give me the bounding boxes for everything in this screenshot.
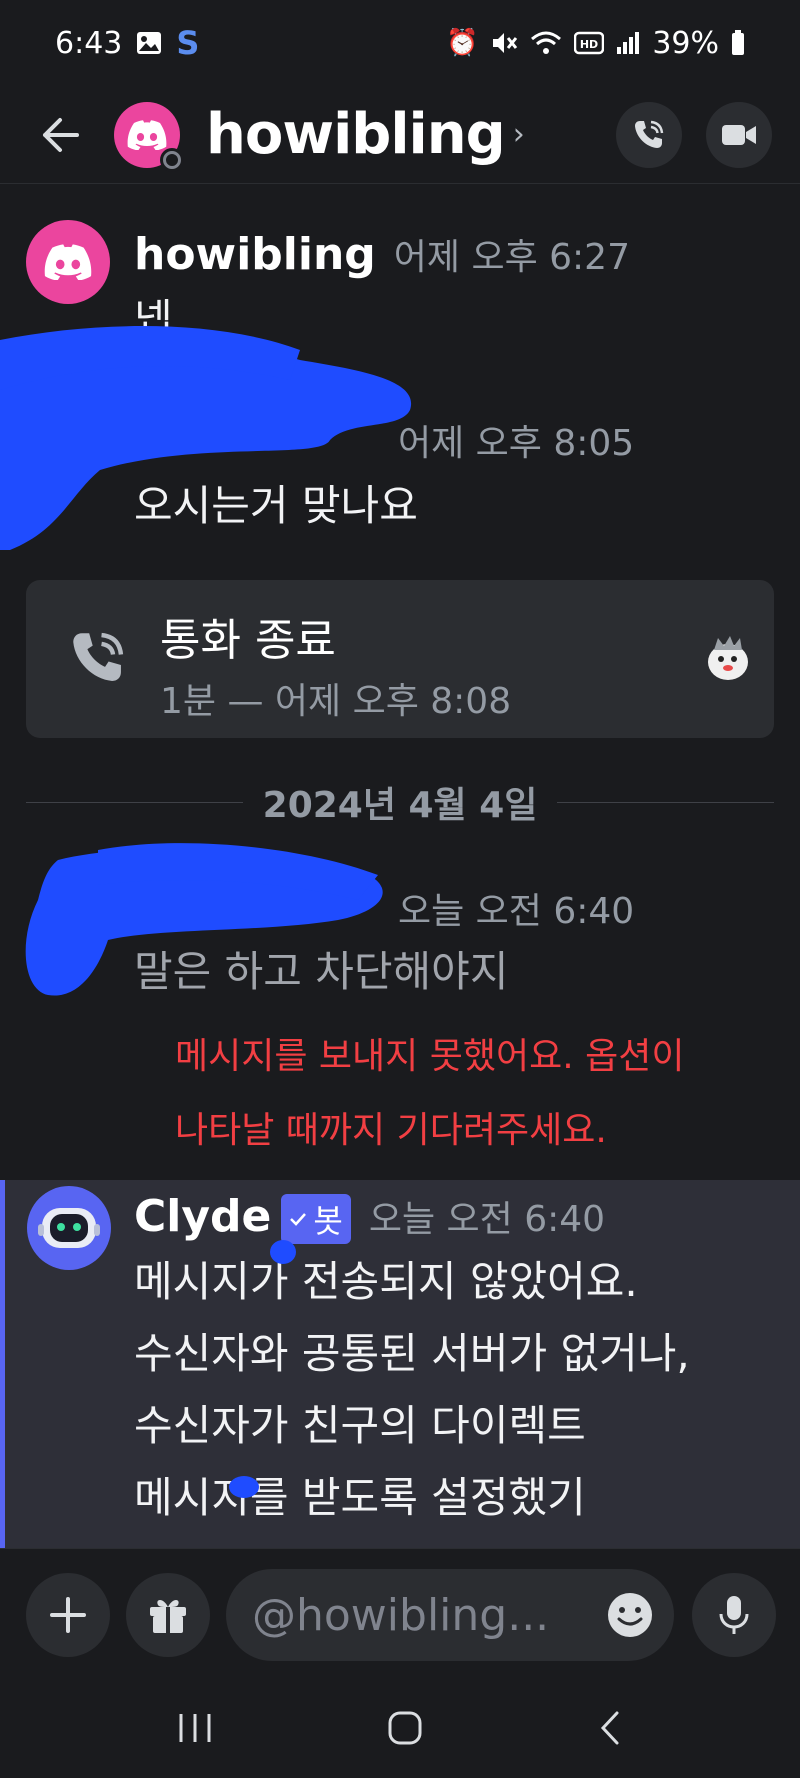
divider-line	[26, 801, 243, 803]
message-timestamp: 어제 오후 8:05	[398, 423, 635, 464]
mute-icon	[493, 33, 518, 53]
redaction-dot	[270, 1240, 296, 1264]
message-composer	[0, 1548, 800, 1678]
discord-logo-icon	[127, 119, 167, 150]
gallery-icon	[137, 32, 162, 54]
call-title: 통화 종료	[160, 615, 336, 666]
message-timestamp: 오늘 오전 6:40	[398, 891, 635, 932]
error-line: 나타날 때까지 기다려주세요.	[175, 1110, 607, 1151]
wifi-icon	[531, 31, 562, 54]
clyde-message-text: 메시지가 전송되지 않았어요. 수신자와 공통된 서버가 없거나, 수신자가 친…	[134, 1246, 690, 1534]
participant-sticker-icon	[708, 636, 748, 680]
chevron-right-icon[interactable]: ›	[513, 117, 525, 152]
redaction-scribble	[25, 843, 383, 996]
microphone-icon	[719, 1596, 749, 1634]
offline-status-dot	[160, 147, 184, 172]
video-call-button[interactable]	[706, 101, 772, 168]
phone-call-icon	[635, 120, 664, 148]
message-line: 수신자와 공통된 서버가 없거나,	[134, 1329, 690, 1378]
battery-percent: 39%	[652, 25, 719, 61]
back-button[interactable]	[30, 105, 90, 165]
message-input-box[interactable]	[226, 1569, 674, 1661]
clyde-system-message: Clyde 봇 오늘 오전 6:40 메시지가 전송되지 않았어요. 수신자와 …	[0, 1180, 800, 1548]
plus-icon	[50, 1597, 86, 1633]
user-avatar[interactable]	[26, 220, 110, 304]
date-divider: 2024년 4월 4일	[26, 776, 775, 828]
checkmark-icon	[290, 1213, 307, 1226]
error-line: 메시지를 보내지 못했어요. 옵션이	[175, 1036, 685, 1077]
redaction-scribble	[0, 326, 412, 550]
redaction-dot	[229, 1476, 259, 1498]
gift-button[interactable]	[126, 1573, 210, 1657]
svg-text:HD: HD	[580, 38, 598, 51]
system-navigation-bar	[0, 1678, 800, 1778]
voice-message-button[interactable]	[692, 1573, 776, 1657]
attach-button[interactable]	[26, 1573, 110, 1657]
app-notification-indicator: S	[176, 24, 200, 62]
emoji-icon[interactable]	[606, 1591, 654, 1639]
battery-icon	[732, 30, 744, 55]
send-error-notice: 메시지를 보내지 못했어요. 옵션이 나타날 때까지 기다려주세요.	[175, 1020, 684, 1168]
message-author[interactable]: Clyde	[134, 1191, 271, 1242]
status-bar: 6:43 S ⏰ HD 39%	[0, 0, 800, 86]
status-time: 6:43	[55, 25, 123, 61]
message-input[interactable]	[252, 1589, 592, 1641]
discord-logo-icon	[44, 244, 92, 280]
call-duration: 1분 — 어제 오후 8:08	[160, 681, 512, 722]
message-timestamp: 어제 오후 6:27	[393, 237, 630, 278]
channel-avatar[interactable]	[114, 101, 184, 172]
nav-back-icon[interactable]	[597, 1710, 623, 1746]
voice-call-button[interactable]	[616, 101, 682, 168]
call-ended-card[interactable]: 통화 종료 1분 — 어제 오후 8:08	[26, 580, 774, 738]
chat-header: howibling ›	[0, 86, 800, 184]
message-line: 메시지가 전송되지 않았어요.	[134, 1257, 638, 1306]
clyde-avatar[interactable]	[27, 1186, 111, 1270]
signal-icon	[617, 32, 640, 54]
channel-title[interactable]: howibling	[206, 102, 506, 167]
video-camera-icon	[722, 124, 756, 145]
phone-call-icon	[73, 632, 124, 681]
message-line: 수신자가 친구의 다이렉트	[134, 1401, 586, 1450]
divider-line	[557, 801, 775, 803]
robot-icon	[38, 1208, 100, 1248]
message-line: 메시지를 받도록 설정했기	[134, 1473, 586, 1522]
bot-badge-label: 봇	[313, 1202, 343, 1240]
message-timestamp: 오늘 오전 6:40	[368, 1199, 606, 1240]
date-divider-label: 2024년 4월 4일	[262, 785, 538, 826]
hd-voice-icon: HD	[574, 31, 605, 55]
recent-apps-icon[interactable]	[177, 1712, 213, 1744]
home-icon[interactable]	[387, 1710, 423, 1746]
alarm-icon: ⏰	[445, 28, 479, 58]
arrow-left-icon	[43, 117, 79, 152]
gift-icon	[150, 1600, 186, 1633]
message-author[interactable]: howibling	[134, 229, 376, 280]
bot-badge: 봇	[281, 1194, 351, 1244]
